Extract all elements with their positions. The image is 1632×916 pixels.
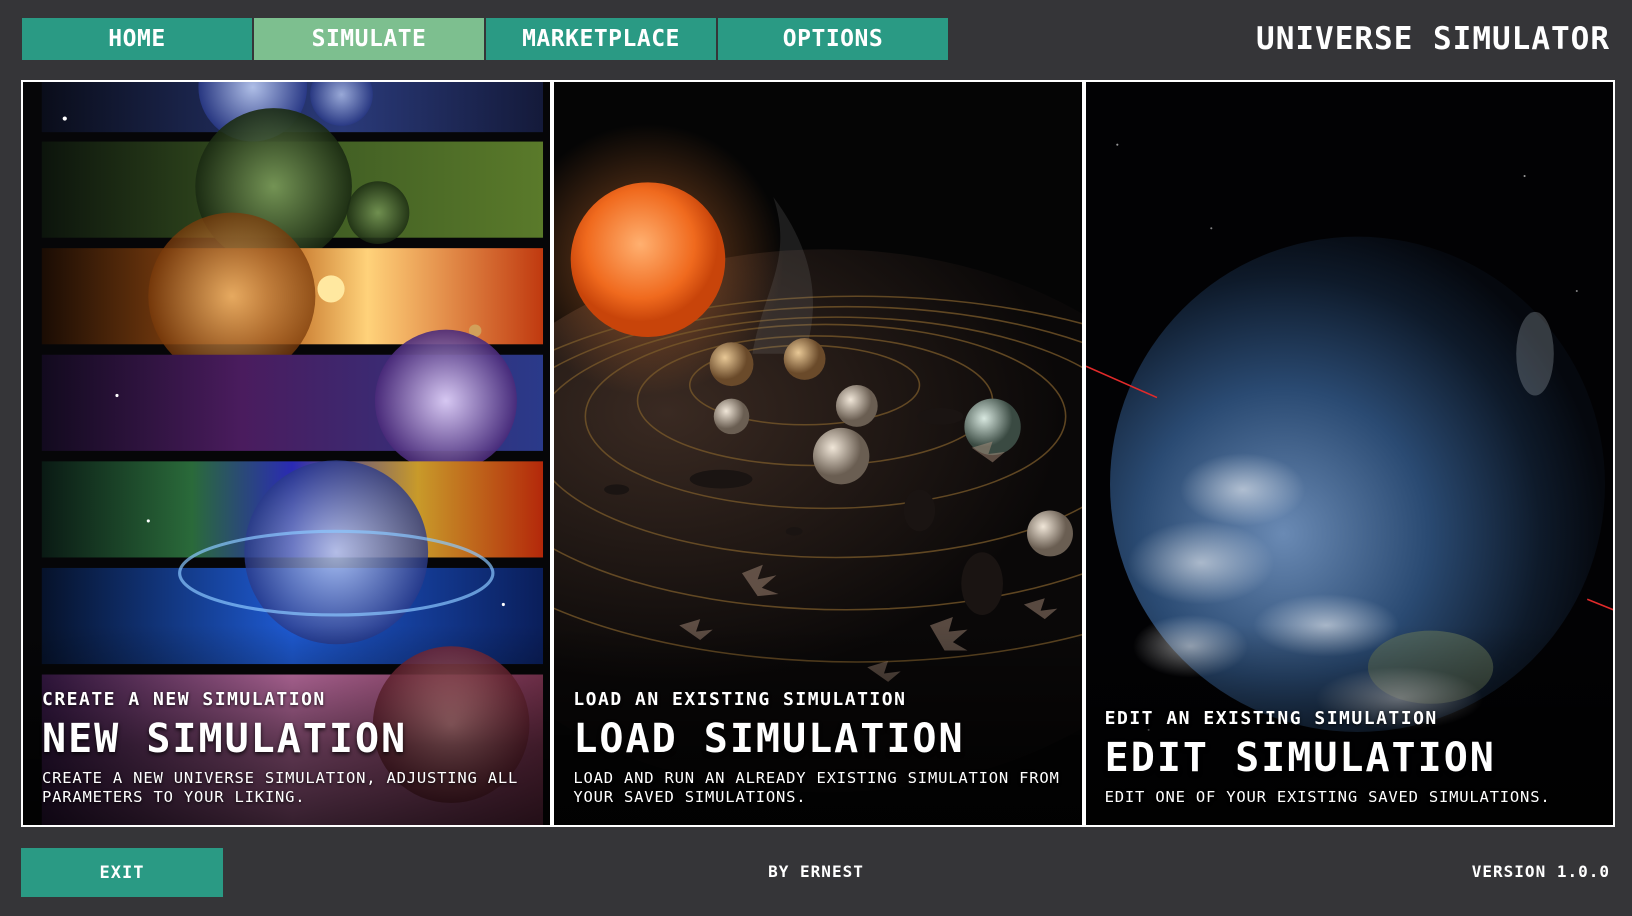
tab-simulate[interactable]: SIMULATE [254,18,484,60]
tab-marketplace[interactable]: MARKETPLACE [486,18,716,60]
edit-simulation-card[interactable]: EDIT AN EXISTING SIMULATION EDIT SIMULAT… [1085,82,1613,825]
load-simulation-card[interactable]: LOAD AN EXISTING SIMULATION LOAD SIMULAT… [554,82,1082,825]
card-subtitle: EDIT AN EXISTING SIMULATION [1104,708,1438,729]
author-credit: BY ERNEST [768,862,864,881]
card-subtitle: LOAD AN EXISTING SIMULATION [573,689,907,710]
card-subtitle: CREATE A NEW SIMULATION [42,689,326,710]
card-title: LOAD SIMULATION [573,716,965,762]
new-simulation-card[interactable]: CREATE A NEW SIMULATION NEW SIMULATION C… [23,82,551,825]
card-text: CREATE A NEW SIMULATION NEW SIMULATION C… [42,689,536,807]
version-label: VERSION 1.0.0 [1471,862,1610,881]
simulation-cards: CREATE A NEW SIMULATION NEW SIMULATION C… [21,80,1615,827]
card-text: EDIT AN EXISTING SIMULATION EDIT SIMULAT… [1105,708,1599,807]
tab-home[interactable]: HOME [22,18,252,60]
app-title: UNIVERSE SIMULATOR [1256,21,1610,57]
main-nav: HOME SIMULATE MARKETPLACE OPTIONS [22,18,948,60]
card-description: LOAD AND RUN AN ALREADY EXISTING SIMULAT… [573,769,1060,806]
card-description: CREATE A NEW UNIVERSE SIMULATION, ADJUST… [42,769,519,806]
card-title: NEW SIMULATION [42,716,408,762]
card-title: EDIT SIMULATION [1104,735,1496,781]
card-text: LOAD AN EXISTING SIMULATION LOAD SIMULAT… [573,689,1067,807]
tab-options[interactable]: OPTIONS [718,18,948,60]
card-description: EDIT ONE OF YOUR EXISTING SAVED SIMULATI… [1104,788,1551,806]
